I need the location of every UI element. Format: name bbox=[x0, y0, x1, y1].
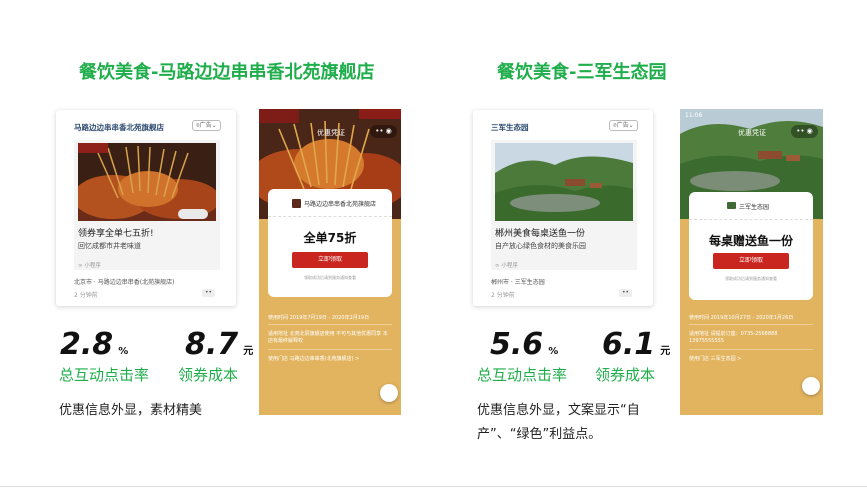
stat-coupon-cost: 8.7 元 bbox=[185, 327, 254, 362]
ad-content[interactable]: 领券享全单七五折! 回忆成都市井老味道 ∞ 小程序 bbox=[74, 140, 220, 270]
ad-source[interactable]: 北京市 · 马路边边串串香(北苑旗舰店) bbox=[74, 277, 174, 286]
status-time: 11:06 bbox=[685, 112, 703, 119]
stat-coupon-cost: 6.1 元 bbox=[602, 327, 671, 362]
ad-image bbox=[495, 143, 633, 221]
capsule-menu-icon[interactable]: •• ◉ bbox=[791, 125, 818, 138]
store-logo-icon bbox=[727, 202, 736, 209]
coupon-store-name: 三军生态园 bbox=[739, 204, 770, 211]
coupon-card: 三军生态园 每桌赠送鱼一份 立即领取 领取成功后请到服务通知查看 bbox=[689, 192, 813, 300]
left-title: 餐饮美食-马路边边串串香北苑旗舰店 bbox=[79, 62, 375, 83]
ad-time: 2 分钟前 bbox=[74, 292, 98, 299]
right-ad-card[interactable]: 三军生态园 ⌾广告⌄ 郴州美食每桌送鱼一份 自产放心绿色食材的美食乐园 ∞ 小程… bbox=[473, 110, 653, 306]
page-title: 优惠凭证 bbox=[738, 129, 766, 137]
stat-click-rate-label: 总互动点击率 bbox=[59, 366, 150, 384]
ad-time: 2 分钟前 bbox=[491, 292, 515, 299]
left-phone-screen: 优惠凭证 •• ◉ 马路边边串串香北苑旗舰店 全单75折 立即领取 领取成功后请… bbox=[259, 109, 401, 415]
bottom-divider bbox=[0, 486, 867, 487]
info-row-time: 使用时间 2019年7月19日 - 2020年2月19日 bbox=[268, 315, 370, 321]
right-title: 餐饮美食-三军生态园 bbox=[497, 62, 667, 83]
ad-headline: 郴州美食每桌送鱼一份 bbox=[495, 229, 586, 239]
stat-click-rate-label: 总互动点击率 bbox=[477, 366, 568, 384]
info-row-address: 适用地址 请提前订座：0735-2568888 13975555555 bbox=[689, 331, 778, 344]
info-row-store[interactable]: 使用门店 三军生态园 > bbox=[689, 355, 741, 362]
more-dots-icon[interactable]: •• bbox=[619, 289, 633, 297]
right-phone-screen: 11:06 优惠凭证 •• ◉ 三军生态园 每桌赠送鱼一份 立即领取 领取成功后… bbox=[680, 109, 823, 415]
stat-click-rate: 5.6 % bbox=[490, 327, 559, 362]
page-title: 优惠凭证 bbox=[317, 129, 345, 137]
floating-share-icon[interactable] bbox=[802, 377, 820, 395]
ad-subline: 自产放心绿色食材的美食乐园 bbox=[495, 242, 586, 250]
claim-button[interactable]: 立即领取 bbox=[292, 252, 368, 268]
stat-coupon-cost-label: 领券成本 bbox=[595, 366, 656, 384]
ad-content[interactable]: 郴州美食每桌送鱼一份 自产放心绿色食材的美食乐园 ∞ 小程序 bbox=[491, 140, 637, 270]
stat-coupon-cost-label: 领券成本 bbox=[178, 366, 239, 384]
chevron-down-icon: ⌄ bbox=[211, 122, 217, 129]
more-dots-icon[interactable]: •• bbox=[202, 289, 216, 297]
capsule-menu-icon[interactable]: •• ◉ bbox=[370, 125, 397, 138]
left-description: 优惠信息外显，素材精美 bbox=[59, 403, 203, 418]
left-ad-card[interactable]: 马路边边串串香北苑旗舰店 ⌾广告⌄ 领券享全单七五折! 回忆成都市井老味道 ∞ … bbox=[56, 110, 236, 306]
coupon-offer: 每桌赠送鱼一份 bbox=[708, 234, 793, 248]
ad-subline: 回忆成都市井老味道 bbox=[78, 242, 141, 250]
ad-image bbox=[78, 143, 216, 221]
info-row-store[interactable]: 使用门店 马路边边串串香(北苑旗舰店) > bbox=[268, 355, 359, 362]
ad-header: 马路边边串串香北苑旗舰店 bbox=[74, 123, 164, 132]
right-description: 优惠信息外显，文案显示“自 产”、“绿色”利益点。 bbox=[477, 403, 640, 442]
store-logo-icon bbox=[292, 199, 301, 208]
ad-location-tag: ⌾广告⌄ bbox=[192, 120, 221, 131]
coupon-hint: 领取成功后请到服务通知查看 bbox=[304, 275, 356, 280]
info-row-address: 适用地址 北苑北辰旗舰店使用 不可与其他优惠同享 本店有最终解释权 bbox=[268, 331, 388, 344]
ad-tag: ∞ 小程序 bbox=[495, 263, 518, 269]
ad-source[interactable]: 郴州市 · 三军生态园 bbox=[491, 277, 545, 286]
ad-tag: ∞ 小程序 bbox=[78, 263, 101, 269]
ad-location-tag: ⌾广告⌄ bbox=[609, 120, 638, 131]
ad-header: 三军生态园 bbox=[491, 123, 529, 132]
floating-share-icon[interactable] bbox=[380, 384, 398, 402]
claim-button[interactable]: 立即领取 bbox=[713, 253, 789, 269]
ad-headline: 领券享全单七五折! bbox=[78, 229, 154, 239]
chevron-down-icon: ⌄ bbox=[628, 122, 634, 129]
coupon-hint: 领取成功后请到服务通知查看 bbox=[725, 276, 777, 281]
coupon-card: 马路边边串串香北苑旗舰店 全单75折 立即领取 领取成功后请到服务通知查看 bbox=[268, 189, 392, 297]
mini-program-icon: ∞ bbox=[78, 263, 83, 269]
coupon-offer: 全单75折 bbox=[303, 231, 357, 245]
stat-click-rate: 2.8 % bbox=[60, 327, 129, 362]
info-row-time: 使用时间 2019年10月27日 - 2020年1月26日 bbox=[689, 315, 794, 321]
coupon-store-name: 马路边边串串香北苑旗舰店 bbox=[304, 201, 377, 208]
mini-program-icon: ∞ bbox=[495, 263, 500, 269]
